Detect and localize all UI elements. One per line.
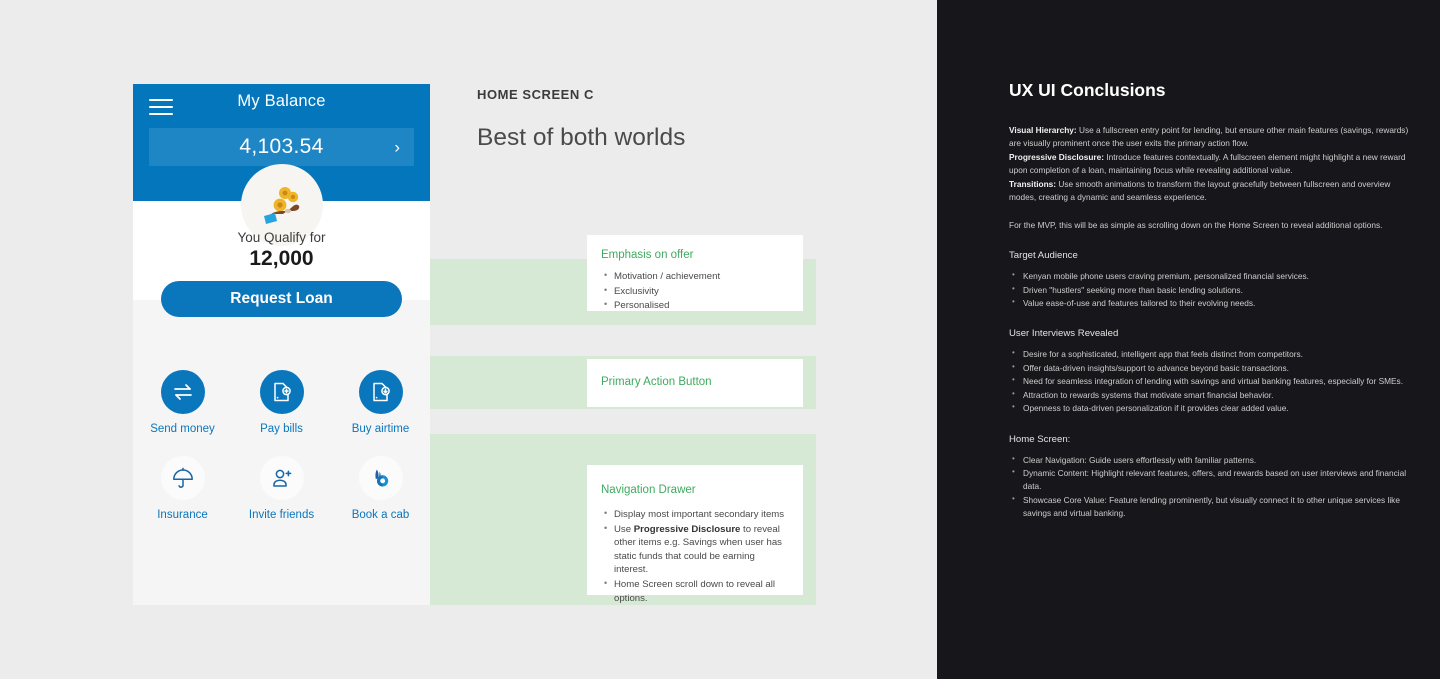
list-item: Kenyan mobile phone users craving premiu… — [1012, 269, 1409, 283]
design-canvas: HOME SCREEN C Best of both worlds My Bal… — [0, 0, 937, 679]
bolt-ride-icon — [358, 456, 403, 500]
section-list: Desire for a sophisticated, intelligent … — [1009, 347, 1409, 415]
conclusions-intro: Visual Hierarchy: Use a fullscreen entry… — [1009, 125, 1409, 203]
loan-offer-section: You Qualify for 12,000 Request Loan — [133, 164, 430, 317]
shortcut-label: Book a cab — [351, 509, 410, 521]
list-item: Dynamic Content: Highlight relevant feat… — [1012, 466, 1409, 494]
section-heading: User Interviews Revealed — [1009, 328, 1119, 340]
section-list: Clear Navigation: Guide users effortless… — [1009, 453, 1409, 521]
annotation-list: Motivation / achievement Exclusivity Per… — [601, 269, 785, 313]
list-item: Display most important secondary items — [604, 507, 785, 522]
list-item: Need for seamless integration of lending… — [1012, 374, 1409, 388]
balance-amount: 4,103.54 — [239, 135, 324, 158]
balance-title: My Balance — [237, 92, 326, 110]
annotation-title: Navigation Drawer — [601, 484, 696, 496]
section-heading: Target Audience — [1009, 250, 1078, 262]
annotation-card-navigation-drawer: Navigation Drawer Display most important… — [587, 465, 803, 604]
list-item: Home Screen scroll down to reveal all op… — [604, 577, 785, 605]
shortcut-insurance[interactable]: Insurance — [133, 456, 232, 521]
shortcut-label: Buy airtime — [351, 423, 410, 435]
balance-card[interactable]: 4,103.54 › — [149, 128, 414, 166]
shortcut-label: Pay bills — [260, 423, 303, 435]
list-item: Openness to data-driven personalization … — [1012, 401, 1409, 415]
page-title: Best of both worlds — [477, 124, 686, 151]
shortcut-send-money[interactable]: Send money — [133, 370, 232, 435]
annotation-title: Emphasis on offer — [601, 249, 694, 261]
shortcut-label: Invite friends — [248, 509, 315, 521]
phone-mockup: My Balance 4,103.54 › You Qualify for 12… — [133, 84, 430, 605]
list-item: Showcase Core Value: Feature lending pro… — [1012, 493, 1409, 521]
section-kicker: HOME SCREEN C — [477, 87, 594, 102]
list-item: Clear Navigation: Guide users effortless… — [1012, 453, 1409, 467]
list-item: Attraction to rewards systems that motiv… — [1012, 388, 1409, 402]
shortcut-label: Insurance — [157, 509, 208, 521]
conclusions-body: Visual Hierarchy: Use a fullscreen entry… — [1009, 124, 1409, 521]
shortcut-label: Send money — [150, 423, 215, 435]
annotation-list: Display most important secondary items U… — [601, 507, 785, 605]
shortcut-book-a-cab[interactable]: Book a cab — [331, 456, 430, 521]
conclusions-title: UX UI Conclusions — [1009, 80, 1166, 100]
list-item: Offer data-driven insights/support to ad… — [1012, 361, 1409, 375]
shortcut-buy-airtime[interactable]: Buy airtime — [331, 370, 430, 435]
qualify-amount: 12,000 — [249, 247, 314, 270]
conclusions-mvp-note: For the MVP, this will be as simple as s… — [1009, 219, 1383, 230]
conclusions-panel: UX UI Conclusions Visual Hierarchy: Use … — [937, 0, 1440, 679]
list-item: Motivation / achievement — [604, 269, 785, 284]
list-item: Exclusivity — [604, 284, 785, 299]
list-item: Use Progressive Disclosure to reveal oth… — [604, 522, 785, 577]
request-loan-button[interactable]: Request Loan — [161, 281, 402, 317]
shortcuts-grid: Send money Pay bills Buy airtime Insuran… — [133, 340, 430, 521]
annotation-title: Primary Action Button — [601, 376, 712, 388]
person-plus-icon — [259, 456, 304, 500]
qualify-label: You Qualify for — [237, 230, 326, 245]
umbrella-icon — [160, 456, 205, 500]
annotation-card-emphasis-on-offer: Emphasis on offer Motivation / achieveme… — [587, 235, 803, 311]
conclusions-section-user-interviews: User Interviews Revealed Desire for a so… — [1009, 328, 1409, 415]
transfer-arrows-icon — [160, 370, 205, 414]
list-item: Value ease-of-use and features tailored … — [1012, 296, 1409, 310]
shortcut-pay-bills[interactable]: Pay bills — [232, 370, 331, 435]
list-item: Driven "hustlers" seeking more than basi… — [1012, 282, 1409, 297]
shortcut-invite-friends[interactable]: Invite friends — [232, 456, 331, 521]
conclusions-section-home-screen: Home Screen: Clear Navigation: Guide use… — [1009, 434, 1409, 521]
section-list: Kenyan mobile phone users craving premiu… — [1009, 269, 1409, 310]
annotation-card-primary-action-button: Primary Action Button — [587, 359, 803, 407]
list-item: Personalised — [604, 298, 785, 313]
conclusions-section-target-audience: Target Audience Kenyan mobile phone user… — [1009, 250, 1409, 310]
section-heading: Home Screen: — [1009, 433, 1071, 445]
list-item: Desire for a sophisticated, intelligent … — [1012, 347, 1409, 361]
airtime-download-icon — [358, 370, 403, 414]
bill-document-icon — [259, 370, 304, 414]
chevron-right-icon[interactable]: › — [394, 139, 400, 156]
